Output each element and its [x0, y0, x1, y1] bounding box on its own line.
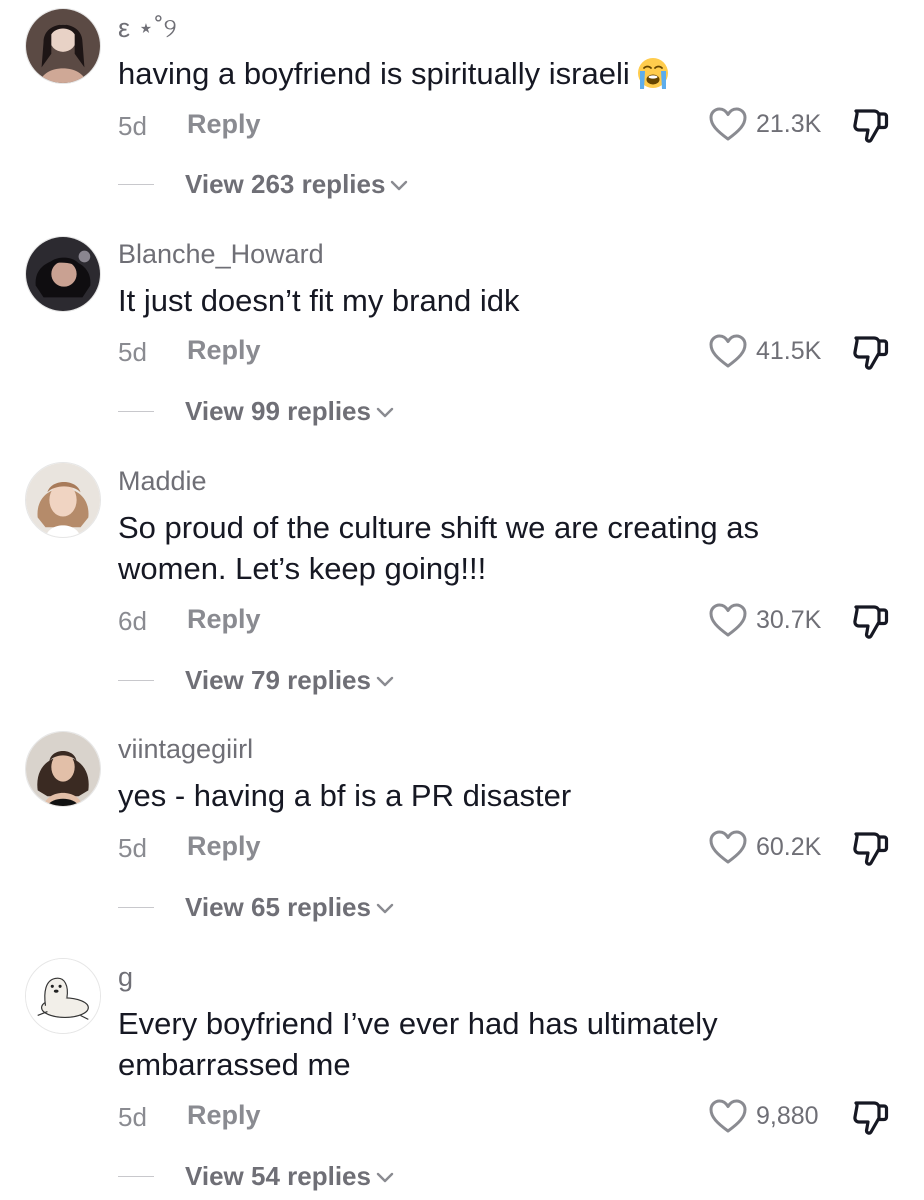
comment-text-content: having a boyfriend is spiritually israel… [118, 56, 630, 91]
view-replies-button[interactable]: View 263 replies [118, 167, 408, 201]
dislike-button[interactable] [850, 333, 890, 371]
heart-outline-icon [708, 333, 748, 369]
comment-username[interactable]: g [118, 962, 133, 993]
avatar[interactable] [25, 731, 101, 807]
like-count: 9,880 [756, 1101, 819, 1130]
view-replies-button[interactable]: View 79 replies [118, 663, 394, 697]
reply-button[interactable]: Reply [187, 1100, 261, 1131]
comment-age: 5d [118, 337, 147, 367]
view-replies-button[interactable]: View 99 replies [118, 394, 394, 428]
dislike-button[interactable] [850, 106, 890, 144]
thumbs-down-outline-icon [850, 333, 890, 371]
comment-text: yes - having a bf is a PR disaster [118, 778, 572, 813]
comment-username[interactable]: Blanche_Howard [118, 239, 324, 270]
comment-age: 5d [118, 111, 147, 141]
view-replies-button[interactable]: View 54 replies [118, 1159, 394, 1193]
view-replies-label: View 65 replies [185, 891, 371, 922]
view-replies-button[interactable]: View 65 replies [118, 890, 394, 924]
like-button[interactable]: 9,880 [708, 1098, 828, 1134]
thumbs-down-outline-icon [850, 602, 890, 640]
comment-age: 5d [118, 833, 147, 863]
chevron-down-icon [376, 676, 394, 688]
dislike-button[interactable] [850, 1098, 890, 1136]
thumbs-down-outline-icon [850, 1098, 890, 1136]
heart-outline-icon [708, 602, 748, 638]
reply-button[interactable]: Reply [187, 335, 261, 366]
like-button[interactable]: 30.7K [708, 602, 828, 638]
view-replies-label: View 79 replies [185, 664, 371, 695]
view-replies-label: View 263 replies [185, 168, 386, 199]
heart-outline-icon [708, 106, 748, 142]
comment-text: Every boyfriend I’ve ever had has ultima… [118, 1006, 718, 1082]
chevron-down-icon [376, 903, 394, 915]
reply-button[interactable]: Reply [187, 604, 261, 635]
like-count: 21.3K [756, 109, 822, 138]
divider-line [118, 906, 154, 908]
heart-outline-icon [708, 1098, 748, 1134]
avatar[interactable] [25, 462, 101, 538]
loudly-crying-face-icon [637, 58, 668, 89]
dislike-button[interactable] [850, 829, 890, 867]
view-replies-label: View 99 replies [185, 395, 371, 426]
avatar[interactable] [25, 958, 101, 1034]
divider-line [118, 410, 154, 412]
thumbs-down-outline-icon [850, 829, 890, 867]
chevron-down-icon [376, 407, 394, 419]
avatar[interactable] [25, 8, 101, 84]
avatar[interactable] [25, 236, 101, 312]
heart-outline-icon [708, 829, 748, 865]
comment-text: It just doesn’t fit my brand idk [118, 283, 520, 318]
reply-button[interactable]: Reply [187, 831, 261, 862]
dislike-button[interactable] [850, 602, 890, 640]
like-button[interactable]: 60.2K [708, 829, 828, 865]
like-button[interactable]: 41.5K [708, 333, 828, 369]
comment-username[interactable]: ε ⋆˚୨ [118, 13, 177, 45]
divider-line [118, 1175, 154, 1177]
view-replies-label: View 54 replies [185, 1160, 371, 1191]
chevron-down-icon [390, 180, 408, 192]
divider-line [118, 183, 154, 185]
comment-username[interactable]: Maddie [118, 466, 207, 497]
like-count: 60.2K [756, 832, 822, 861]
comment-age: 6d [118, 606, 147, 636]
comment-text: having a boyfriend is spiritually israel… [118, 53, 838, 94]
comment-age: 5d [118, 1102, 147, 1132]
like-count: 41.5K [756, 336, 822, 365]
reply-button[interactable]: Reply [187, 109, 261, 140]
chevron-down-icon [376, 1172, 394, 1184]
thumbs-down-outline-icon [850, 106, 890, 144]
comment-username[interactable]: viintagegiirl [118, 734, 253, 765]
comment-text: So proud of the culture shift we are cre… [118, 510, 760, 586]
divider-line [118, 679, 154, 681]
like-count: 30.7K [756, 605, 822, 634]
like-button[interactable]: 21.3K [708, 106, 828, 142]
